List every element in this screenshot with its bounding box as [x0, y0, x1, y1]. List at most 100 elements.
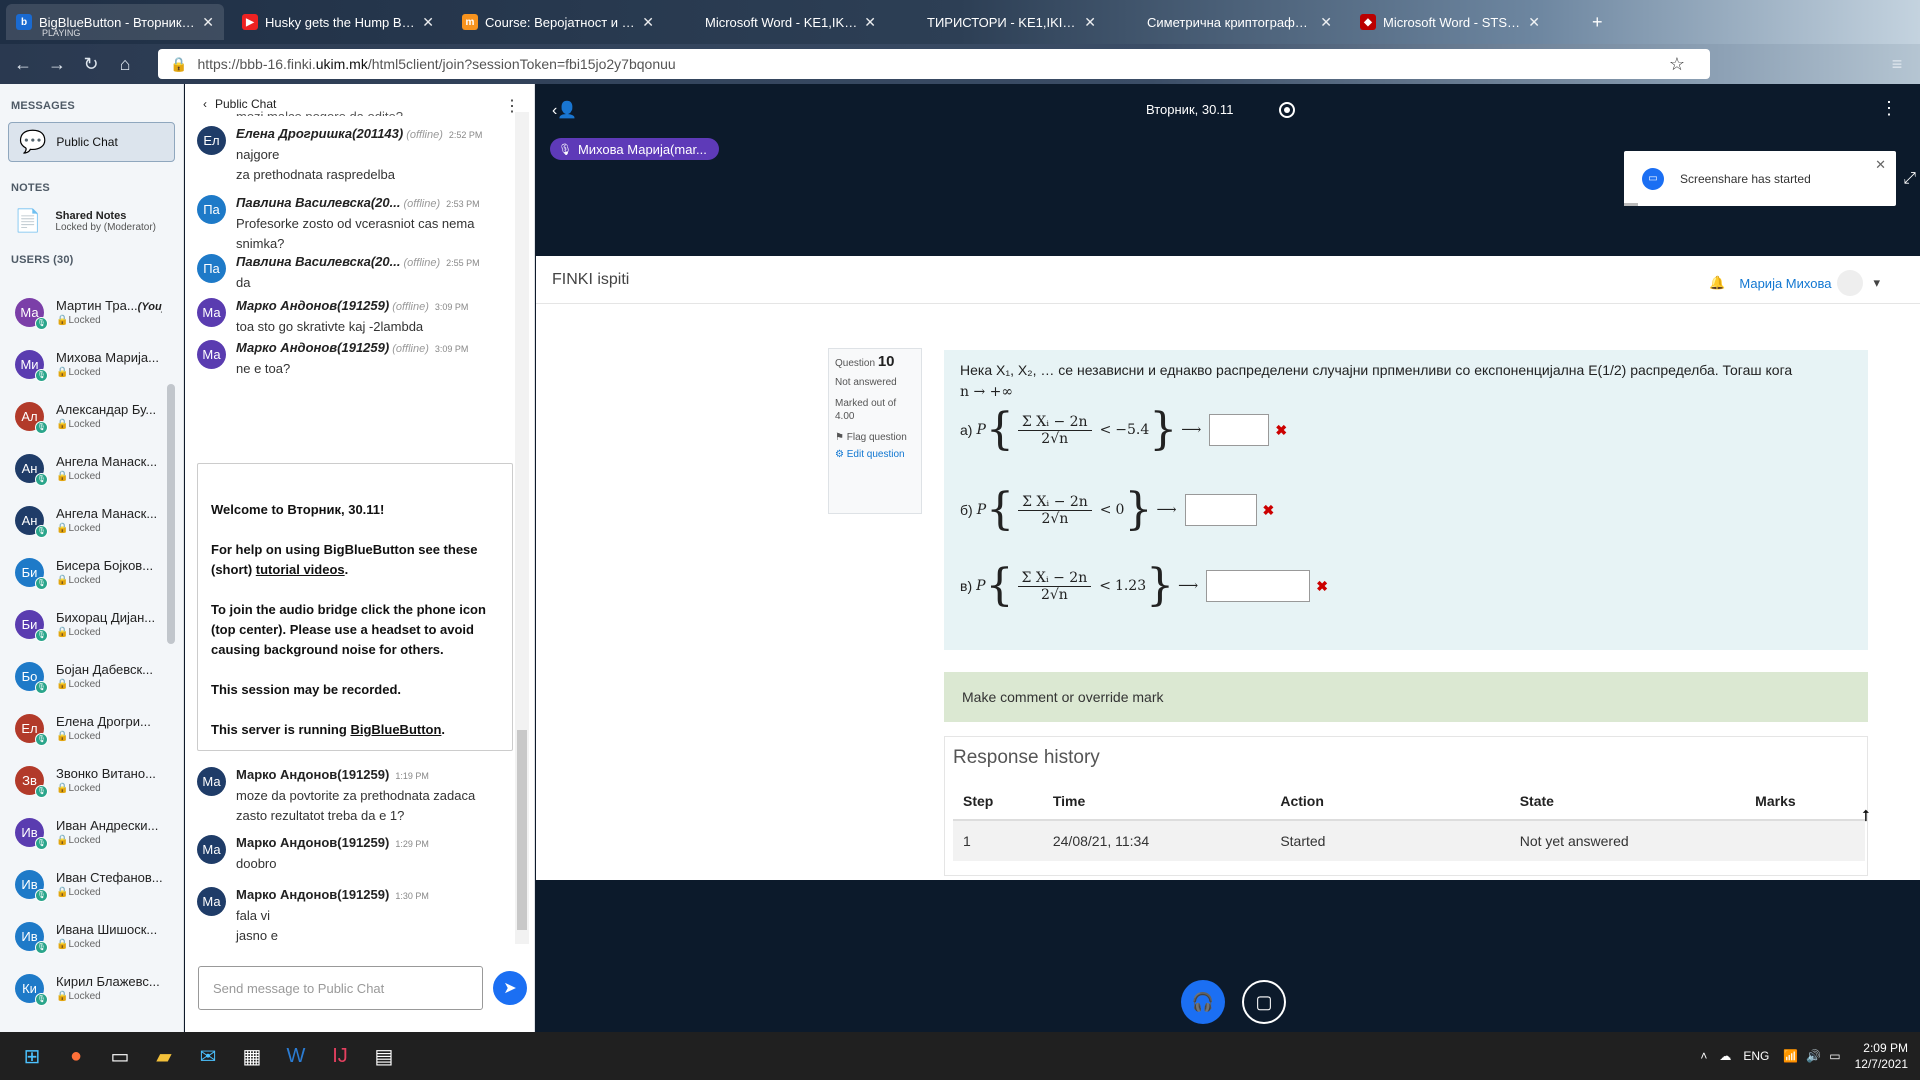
user-list-item[interactable]: Зв 🎙 Звонко Витано... 🔒Locked [0, 754, 168, 806]
url-bar[interactable]: 🔒 https://bbb-16.finki. ukim.mk/html5clie… [158, 49, 1710, 79]
tab-title: Microsoft Word - KE1,IKI,AV,06 Ogra [705, 14, 859, 30]
scroll-thumb[interactable] [517, 730, 527, 930]
user-list-item[interactable]: Ел 🎙 Елена Дрогри... 🔒Locked [0, 702, 168, 754]
windows-start-icon[interactable]: ⊞ [12, 1036, 52, 1076]
more-options-icon[interactable]: ⋮ [1880, 98, 1898, 119]
audio-headset-button[interactable]: 🎧 [1181, 980, 1225, 1024]
user-list-item[interactable]: Ал 🎙 Александар Бу... 🔒Locked [0, 390, 168, 442]
user-list-item[interactable]: Ан 🎙 Ангела Манаск... 🔒Locked [0, 494, 168, 546]
close-icon[interactable]: ✕ [202, 14, 214, 31]
browser-tab[interactable]: ▶ Husky gets the Hump Big Time ✕ [232, 4, 444, 40]
browser-tab[interactable]: Microsoft Word - KE1,IKI,AV,06 Ogra ✕ [672, 4, 886, 40]
user-toggle-icon[interactable]: ‹👤 [552, 100, 577, 120]
forward-icon[interactable]: → [40, 49, 74, 79]
browser-tab[interactable]: m Course: Веројатност и статистика ✕ [452, 4, 664, 40]
bigbluebutton-link[interactable]: BigBlueButton [350, 722, 441, 737]
close-icon[interactable]: ✕ [1528, 14, 1540, 31]
tutorial-videos-link[interactable]: tutorial videos [256, 562, 345, 577]
new-tab-icon[interactable]: + [1582, 4, 1613, 40]
menu-icon[interactable]: ≡ [1880, 49, 1914, 79]
browser-tab[interactable]: ◆ Microsoft Word - STS.doc - sts ✕ [1350, 4, 1550, 40]
chat-scrollbar[interactable] [515, 112, 529, 944]
screenshare-toast: ▭ Screenshare has started ✕ [1624, 151, 1896, 206]
offline-label: (offline) [403, 257, 441, 269]
chat-message-text: fala vi jasno e [236, 906, 506, 946]
close-icon[interactable]: ✕ [1875, 157, 1886, 173]
locked-status: 🔒Locked [56, 835, 162, 846]
word-icon[interactable]: W [276, 1036, 316, 1076]
comment-override-link[interactable]: Make comment or override mark [944, 672, 1868, 722]
chevron-up-icon[interactable]: ˄ [1700, 1049, 1707, 1063]
send-button[interactable]: ➤ [493, 971, 527, 1005]
battery-icon[interactable]: ▭ [1829, 1049, 1840, 1063]
ide-icon[interactable]: IJ [320, 1036, 360, 1076]
folder-icon[interactable]: ▰ [144, 1036, 184, 1076]
math-lt: < [1099, 502, 1112, 518]
home-icon[interactable]: ⌂ [108, 49, 142, 79]
chat-message-input[interactable]: Send message to Public Chat [198, 966, 483, 1010]
star-icon[interactable]: ☆ [1660, 49, 1694, 79]
answer-input[interactable] [1206, 570, 1311, 602]
user-list-item[interactable]: Бо 🎙 Бојан Дабевск... 🔒Locked [0, 650, 168, 702]
avatar: Ма [197, 340, 226, 369]
clock[interactable]: 2:09 PM 12/7/2021 [1855, 1040, 1908, 1072]
screenshare-button[interactable]: ▢ [1242, 980, 1286, 1024]
user-list-item[interactable]: Би 🎙 Бисера Бојков... 🔒Locked [0, 546, 168, 598]
arrow-up-icon[interactable]: ⭡ [1862, 808, 1870, 826]
close-icon[interactable]: ✕ [422, 14, 434, 31]
lang-indicator[interactable]: ENG [1743, 1049, 1769, 1063]
user-list-item[interactable]: Ки 🎙 Кирил Блажевс... 🔒Locked [0, 962, 168, 1014]
math-arrow: ⟶ [1178, 578, 1199, 594]
close-icon[interactable]: ✕ [1320, 14, 1332, 31]
wifi-icon[interactable]: 📶 [1783, 1049, 1798, 1063]
avatar: Па [197, 195, 226, 224]
locked-label: Locked [68, 575, 101, 586]
user-list-item[interactable]: Би 🎙 Бихорац Дијан... 🔒Locked [0, 598, 168, 650]
public-chat-button[interactable]: 💬 Public Chat [8, 122, 175, 162]
reload-icon[interactable]: ↻ [74, 49, 108, 79]
close-icon[interactable]: ✕ [642, 14, 654, 31]
chat-sender: Марко Андонов(191259) 1:19 PM [236, 767, 506, 782]
scroll-thumb[interactable] [167, 384, 175, 644]
site-title[interactable]: FINKI ispiti [552, 271, 629, 289]
browser-tab[interactable]: Симетрична криптографија - PK ✕ [1114, 4, 1342, 40]
chevron-left-icon[interactable]: ‹ [203, 97, 207, 111]
terminal-icon[interactable]: ▭ [100, 1036, 140, 1076]
locked-label: Locked [68, 679, 101, 690]
notes-heading: NOTES [11, 182, 50, 194]
user-list-item[interactable]: Ив 🎙 Ивана Шишоск... 🔒Locked [0, 910, 168, 962]
back-icon[interactable]: ← [6, 49, 40, 79]
close-icon[interactable]: ✕ [864, 14, 876, 31]
answer-input[interactable] [1184, 494, 1257, 526]
cloud-icon[interactable]: ☁ [1719, 1049, 1731, 1063]
bell-icon[interactable]: 🔔 [1709, 275, 1725, 291]
user-list-item[interactable]: Ив 🎙 Иван Стефанов... 🔒Locked [0, 858, 168, 910]
right-brace: } [1149, 404, 1178, 455]
flag-question-link[interactable]: ⚑ Flag question [835, 431, 915, 444]
speaker-icon[interactable]: 🔊 [1806, 1049, 1821, 1063]
record-icon[interactable] [1279, 102, 1295, 118]
avatar-initials: Би [21, 564, 38, 580]
calculator-icon[interactable]: ▤ [364, 1036, 404, 1076]
microphone-status-icon: 🎙 [35, 524, 48, 538]
edit-question-link[interactable]: ⚙ Edit question [835, 448, 915, 461]
store-icon[interactable]: ▦ [232, 1036, 272, 1076]
user-menu[interactable]: 🔔 Марија Михова ▾ [1709, 270, 1880, 296]
send-icon: ➤ [503, 980, 517, 997]
user-list-item[interactable]: Ма🎙 Мартин Тра...(You) 🔒Locked [0, 286, 168, 338]
answer-input[interactable] [1209, 414, 1270, 446]
user-name-text: Звонко Витано... [56, 766, 156, 781]
user-name-text: Иван Андрески... [56, 818, 159, 833]
user-list-item[interactable]: Ми 🎙 Михова Марија... 🔒Locked [0, 338, 168, 390]
fullscreen-icon[interactable]: ⤢ [1903, 170, 1916, 188]
user-list-scrollbar[interactable] [164, 294, 178, 1034]
close-icon[interactable]: ✕ [1084, 14, 1096, 31]
user-list-item[interactable]: Ан 🎙 Ангела Манаск... 🔒Locked [0, 442, 168, 494]
mail-icon[interactable]: ✉ [188, 1036, 228, 1076]
user-list-item[interactable]: Ив 🎙 Иван Андрески... 🔒Locked [0, 806, 168, 858]
user-name-text: Мартин Тра... [56, 298, 138, 313]
shared-notes-button[interactable]: 📄 Shared Notes Locked by (Moderator) [0, 194, 183, 234]
firefox-icon[interactable]: ● [56, 1036, 96, 1076]
browser-tab[interactable]: ТИРИСТОРИ - KE1,IKI,AV,07 Nasoc ✕ [894, 4, 1106, 40]
browser-tab[interactable]: bBigBlueButton - Вторник, 30.11✕PLAYING [6, 4, 224, 40]
